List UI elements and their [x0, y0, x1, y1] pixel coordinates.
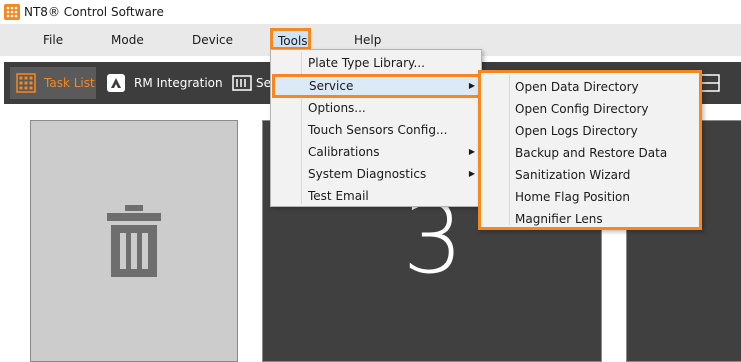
window-title: NT8® Control Software	[24, 5, 164, 19]
sequence-icon	[232, 75, 252, 91]
service-submenu: Open Data Directory Open Config Director…	[478, 70, 702, 230]
menu-item-sanitization-wizard[interactable]: Sanitization Wizard	[481, 164, 699, 186]
rm-integration-icon	[107, 74, 125, 92]
menu-item-home-flag-position[interactable]: Home Flag Position	[481, 186, 699, 208]
app-logo-icon	[4, 4, 20, 20]
trash-icon	[107, 205, 161, 277]
menu-tools[interactable]: Tools	[270, 28, 311, 50]
menu-item-backup-and-restore-data[interactable]: Backup and Restore Data	[481, 142, 699, 164]
title-bar: NT8® Control Software	[0, 0, 741, 24]
menu-item-open-config-directory[interactable]: Open Config Directory	[481, 98, 699, 120]
menu-item-label: Touch Sensors Config...	[308, 123, 448, 137]
submenu-arrow-icon: ▶	[468, 147, 475, 156]
toolbar-rm-integration-label: RM Integration	[134, 76, 223, 90]
task-list-icon	[16, 73, 36, 93]
trash-tile[interactable]	[30, 120, 238, 362]
submenu-arrow-icon: ▶	[468, 81, 475, 90]
menu-item-label: Calibrations	[308, 145, 380, 159]
menu-item-service[interactable]: Service ▶	[272, 74, 481, 98]
menu-item-label: Open Data Directory	[515, 80, 639, 94]
tools-menu: Plate Type Library... Service ▶ Options.…	[270, 49, 482, 207]
menu-item-label: Sanitization Wizard	[515, 168, 631, 182]
toolbar-sequence-label: Se	[256, 76, 271, 90]
menu-item-label: Open Config Directory	[515, 102, 649, 116]
menu-item-plate-type-library[interactable]: Plate Type Library...	[271, 52, 481, 74]
menu-item-system-diagnostics[interactable]: System Diagnostics ▶	[271, 163, 481, 185]
menu-item-label: Test Email	[308, 189, 369, 203]
toolbar-sequence-button[interactable]: Se	[230, 67, 274, 99]
submenu-arrow-icon: ▶	[468, 169, 475, 178]
menu-item-label: System Diagnostics	[308, 167, 427, 181]
menu-item-label: Home Flag Position	[515, 190, 630, 204]
menu-item-open-logs-directory[interactable]: Open Logs Directory	[481, 120, 699, 142]
menu-help[interactable]: Help	[354, 33, 381, 47]
menu-mode[interactable]: Mode	[111, 33, 144, 47]
menu-item-test-email[interactable]: Test Email	[271, 185, 481, 207]
menu-item-label: Service	[309, 79, 354, 93]
menu-item-magnifier-lens[interactable]: Magnifier Lens	[481, 208, 699, 230]
menu-item-open-data-directory[interactable]: Open Data Directory	[481, 76, 699, 98]
menu-item-label: Magnifier Lens	[515, 212, 603, 226]
menu-item-label: Plate Type Library...	[308, 56, 425, 70]
toolbar-rm-integration-button[interactable]: RM Integration	[104, 67, 224, 99]
toolbar-task-list-button[interactable]: Task List	[10, 67, 96, 99]
menu-item-touch-sensors-config[interactable]: Touch Sensors Config...	[271, 119, 481, 141]
menu-device[interactable]: Device	[192, 33, 233, 47]
menu-tools-label: Tools	[278, 34, 308, 48]
menu-item-label: Backup and Restore Data	[515, 146, 668, 160]
menu-file[interactable]: File	[43, 33, 63, 47]
menu-item-calibrations[interactable]: Calibrations ▶	[271, 141, 481, 163]
toolbar-task-list-label: Task List	[44, 76, 95, 90]
menu-item-label: Open Logs Directory	[515, 124, 638, 138]
menu-item-label: Options...	[308, 101, 366, 115]
menu-item-options[interactable]: Options...	[271, 97, 481, 119]
plate-view-icon[interactable]	[700, 74, 720, 92]
